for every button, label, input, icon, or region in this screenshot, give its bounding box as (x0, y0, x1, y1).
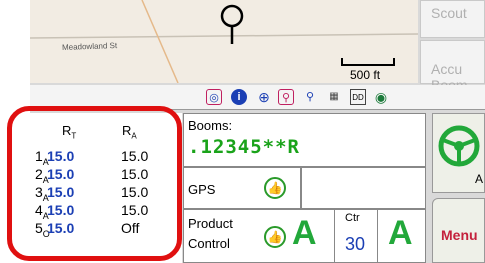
center-section-box[interactable]: Ctr 30 (334, 210, 378, 262)
scout-button-label: Scout (431, 5, 467, 21)
actual-rate-value: 15.0 (121, 202, 149, 218)
menu-button[interactable]: Menu (432, 198, 485, 263)
rate-row: 4A 15.0 15.0 (35, 202, 175, 221)
booms-panel[interactable]: Booms: .12345**R (183, 113, 426, 167)
map-view[interactable]: Meadowland St 500 ft (30, 0, 418, 83)
steering-wheel-icon (438, 125, 480, 167)
target-rate-value: 15.0 (47, 148, 75, 164)
steer-mode-label: A (475, 172, 484, 186)
booms-status: .12345**R (188, 136, 300, 158)
actual-rate-value: 15.0 (121, 166, 149, 182)
booms-label: Booms: (188, 118, 233, 133)
location-pin-icon (220, 4, 244, 44)
target-rate-value: 15.0 (47, 202, 75, 218)
ctr-label: Ctr (345, 212, 360, 224)
dd-icon[interactable]: DD (350, 89, 366, 105)
actual-rate-header: RA (122, 123, 137, 141)
actual-rate-value: 15.0 (121, 148, 149, 164)
actual-rate-value: Off (121, 220, 140, 236)
target-rate-value: 15.0 (47, 166, 75, 182)
ctr-value: 30 (345, 234, 366, 254)
gps-label: GPS (188, 182, 216, 197)
road-label: Meadowland St (61, 41, 118, 52)
target-rate-header: RT (62, 123, 77, 141)
target-rate-value: 15.0 (47, 220, 75, 236)
zoom-in-icon[interactable]: ⚲ (278, 89, 294, 105)
rate-row: 1A 15.0 15.0 (35, 148, 175, 167)
center-auto-mode-indicator[interactable]: A (388, 214, 413, 253)
gps-ok-thumb-icon: 👍 (264, 177, 286, 199)
map-scale-bar (341, 58, 395, 66)
empty-status-panel (301, 167, 426, 209)
auto-steer-button[interactable]: A (432, 113, 485, 193)
map-scale-label: 500 ft (350, 68, 381, 82)
accu-boom-button[interactable]: Accu Boom (420, 40, 485, 93)
product-control-label-line2: Control (188, 236, 230, 251)
product-control-panel[interactable]: Product Control 👍 A Ctr 30 A (183, 209, 426, 263)
globe-icon[interactable]: ◉ (373, 89, 389, 105)
scout-button[interactable]: Scout (420, 0, 485, 38)
target-rate-value: 15.0 (47, 184, 75, 200)
crosshair-icon[interactable]: ⊕ (256, 89, 272, 105)
gps-panel[interactable]: GPS 👍 (183, 167, 301, 209)
rate-row: 2A 15.0 15.0 (35, 166, 175, 185)
rate-row: 5O 15.0 Off (35, 220, 175, 239)
zoom-out-icon[interactable]: ⚲ (302, 89, 318, 105)
grid-icon[interactable]: ▦ (326, 89, 342, 105)
actual-rate-value: 15.0 (121, 184, 149, 200)
menu-button-label: Menu (441, 227, 478, 243)
position-marker-icon[interactable]: ◎ (206, 89, 222, 105)
product-auto-mode-indicator[interactable]: A (292, 214, 317, 253)
rate-row: 3A 15.0 15.0 (35, 184, 175, 203)
map-toolbar: ◎ i ⊕ ⚲ ⚲ ▦ DD ◉ (30, 85, 485, 110)
info-icon[interactable]: i (231, 89, 247, 105)
product-control-ok-thumb-icon: 👍 (264, 226, 286, 248)
product-control-label-line1: Product (188, 216, 233, 231)
